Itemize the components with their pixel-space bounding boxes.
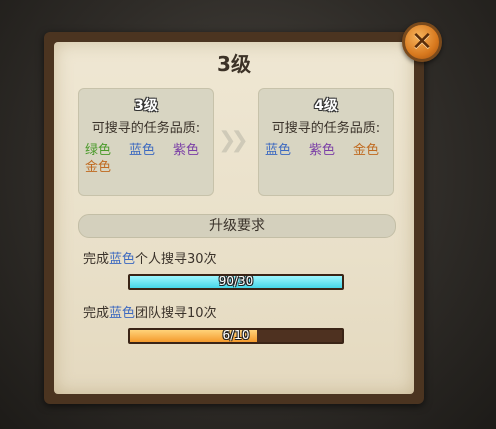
dialog-title: 3级 — [217, 52, 251, 76]
next-level: 4级 — [314, 98, 338, 114]
task-1-progress-text: 90/30 — [218, 274, 254, 288]
next-quality-blue: 蓝色 — [265, 143, 292, 158]
close-button[interactable]: ✕ — [402, 22, 442, 62]
current-quality-blue: 蓝色 — [129, 143, 156, 158]
task-1-prefix: 完成 — [83, 252, 110, 267]
current-level-card: 3级 可搜寻的任务品质: 绿色 蓝色 紫色 金色 — [78, 88, 214, 196]
next-quality-gold: 金色 — [353, 143, 380, 158]
requirements-heading: 升级要求 — [78, 214, 396, 238]
task-1-highlight: 蓝色 — [109, 252, 136, 267]
close-icon: ✕ — [411, 27, 433, 57]
task-1-progress-bar: 90/30 — [128, 274, 344, 290]
current-quality-gold: 金色 — [85, 160, 112, 175]
task-2-progress-bar: 6/10 — [128, 328, 344, 344]
next-quality-purple: 紫色 — [309, 143, 336, 158]
next-quality-label: 可搜寻的任务品质: — [271, 121, 381, 136]
task-2-label: 完成蓝色团队搜寻10次 — [83, 302, 217, 321]
current-quality-label: 可搜寻的任务品质: — [91, 121, 201, 136]
task-2-highlight: 蓝色 — [109, 306, 136, 321]
next-level-card: 4级 可搜寻的任务品质: 蓝色 紫色 金色 — [258, 88, 394, 196]
current-level: 3级 — [134, 98, 158, 114]
task-1-label: 完成蓝色个人搜寻30次 — [83, 248, 217, 267]
task-1-suffix: 个人搜寻30次 — [135, 252, 217, 267]
task-2-progress-text: 6/10 — [222, 328, 250, 342]
task-2-suffix: 团队搜寻10次 — [135, 306, 217, 321]
task-2-prefix: 完成 — [83, 306, 110, 321]
current-quality-purple: 紫色 — [173, 143, 200, 158]
double-chevron-right-icon: ❯❯ — [218, 128, 249, 153]
